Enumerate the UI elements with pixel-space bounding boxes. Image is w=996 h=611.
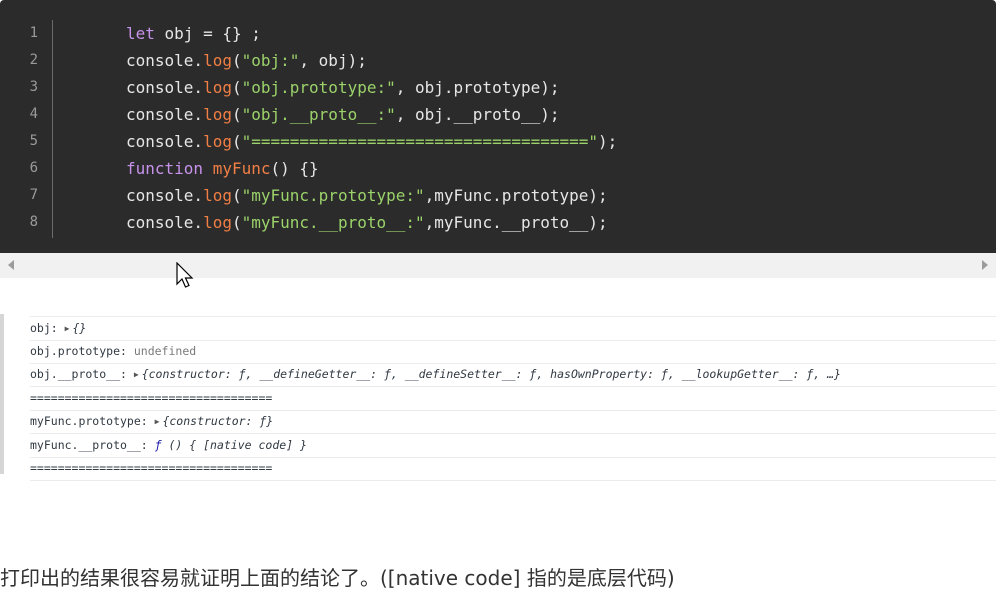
code-token: "myFunc.__proto__:" bbox=[241, 213, 425, 232]
code-token: console. bbox=[126, 105, 204, 124]
line-number: 1 bbox=[29, 25, 38, 41]
expand-triangle-icon[interactable]: ▶ bbox=[134, 370, 139, 379]
code-line: console.log("myFunc.__proto__:",myFunc._… bbox=[126, 209, 617, 236]
line-number: 5 bbox=[29, 133, 38, 149]
console-key: myFunc.prototype: bbox=[30, 414, 155, 428]
code-token: myFunc bbox=[212, 159, 271, 178]
expand-triangle-icon[interactable]: ▶ bbox=[65, 324, 70, 333]
code-token: "obj.__proto__:" bbox=[241, 105, 396, 124]
console-row: obj.prototype: undefined bbox=[30, 340, 996, 364]
code-token: "myFunc.prototype:" bbox=[241, 186, 425, 205]
console-value: undefined bbox=[133, 343, 197, 358]
console-key: =================================== bbox=[30, 461, 273, 475]
code-token: log bbox=[203, 132, 232, 151]
code-token: , obj.__proto__); bbox=[395, 105, 560, 124]
code-token: log bbox=[203, 105, 232, 124]
caption-text: 打印出的结果很容易就证明上面的结论了。([native code] 指的是底层代… bbox=[0, 566, 675, 590]
console-value: {constructor: ƒ} bbox=[162, 414, 274, 428]
line-number: 4 bbox=[29, 106, 38, 122]
scroll-right-arrow-icon[interactable] bbox=[982, 260, 988, 270]
code-token: log bbox=[203, 78, 232, 97]
code-block: 12345678 let obj = {} ; console.log("obj:… bbox=[0, 0, 996, 253]
code-token: ,myFunc.prototype); bbox=[424, 186, 608, 205]
mouse-cursor-icon bbox=[176, 262, 194, 288]
console-key: =================================== bbox=[30, 390, 273, 405]
code-token: console. bbox=[126, 132, 204, 151]
code-token: log bbox=[203, 186, 232, 205]
scroll-left-arrow-icon[interactable] bbox=[8, 260, 14, 270]
code-token: function bbox=[126, 159, 204, 178]
code-line: console.log("myFunc.prototype:",myFunc.p… bbox=[126, 182, 617, 209]
code-token: ( bbox=[231, 132, 242, 151]
code-token: console. bbox=[126, 213, 204, 232]
line-number-gutter: 1 2 3 4 5 6 7 8 bbox=[0, 20, 53, 238]
code-token: ( bbox=[231, 51, 242, 70]
console-row: =================================== bbox=[30, 387, 996, 411]
line-number: 8 bbox=[29, 214, 38, 230]
code-line: console.log("obj.__proto__:", obj.__prot… bbox=[126, 101, 617, 128]
code-line: console.log("===========================… bbox=[126, 128, 617, 155]
console-row[interactable]: obj.__proto__: ▶ {constructor: ƒ, __defin… bbox=[30, 363, 996, 387]
code-token: ( bbox=[231, 213, 242, 232]
code-token: ( bbox=[231, 186, 242, 205]
line-number: 7 bbox=[29, 187, 38, 203]
code-token: let bbox=[126, 24, 155, 43]
code-token: "obj:" bbox=[241, 51, 300, 70]
code-token: () {} bbox=[270, 159, 319, 178]
function-glyph-icon: ƒ bbox=[154, 437, 162, 452]
code-line: function myFunc() {} bbox=[126, 155, 617, 182]
code-token: , obj.prototype); bbox=[395, 78, 560, 97]
code-token: log bbox=[203, 213, 232, 232]
console-key: obj.__proto__: bbox=[30, 367, 134, 381]
console-key: myFunc.__proto__: bbox=[30, 437, 155, 452]
code-token: console. bbox=[126, 78, 204, 97]
code-token: obj bbox=[154, 24, 204, 43]
code-token: , obj); bbox=[299, 51, 367, 70]
code-token: console. bbox=[126, 51, 204, 70]
expand-triangle-icon[interactable]: ▶ bbox=[155, 417, 160, 426]
code-token: ); bbox=[598, 132, 618, 151]
console-row: myFunc.__proto__: ƒ () { [native code] } bbox=[30, 434, 996, 458]
console-row[interactable]: myFunc.prototype: ▶ {constructor: ƒ} bbox=[30, 410, 996, 434]
code-line: console.log("obj.prototype:", obj.protot… bbox=[126, 74, 617, 101]
console-value: ƒ () { [native code] } bbox=[154, 437, 307, 452]
code-line: let obj = {} ; bbox=[126, 20, 617, 47]
code-token: = {} ; bbox=[203, 24, 261, 43]
horizontal-scrollbar[interactable] bbox=[0, 253, 996, 278]
code-token: ( bbox=[231, 78, 242, 97]
code-lines: let obj = {} ; console.log("obj:", obj); c… bbox=[126, 20, 617, 236]
console-row: =================================== bbox=[30, 457, 996, 481]
line-number: 6 bbox=[29, 160, 38, 176]
console-value: {constructor: ƒ, __defineGetter__: ƒ, __… bbox=[141, 367, 841, 381]
code-line: console.log("obj:", obj); bbox=[126, 47, 617, 74]
console-key: obj.prototype: bbox=[30, 343, 134, 358]
line-number: 3 bbox=[29, 79, 38, 95]
code-token: "obj.prototype:" bbox=[241, 78, 396, 97]
console-value: {} bbox=[72, 321, 87, 335]
code-token: console. bbox=[126, 186, 204, 205]
line-number: 2 bbox=[29, 52, 38, 68]
code-token: ,myFunc.__proto__); bbox=[424, 213, 608, 232]
code-token: "===================================" bbox=[241, 132, 599, 151]
code-token: log bbox=[203, 51, 232, 70]
console-key: obj: bbox=[30, 321, 65, 335]
console-row[interactable]: obj: ▶{} bbox=[30, 316, 996, 341]
code-token: ( bbox=[231, 105, 242, 124]
console-output: obj: ▶{} obj.prototype: undefined obj.__pr… bbox=[0, 314, 996, 481]
